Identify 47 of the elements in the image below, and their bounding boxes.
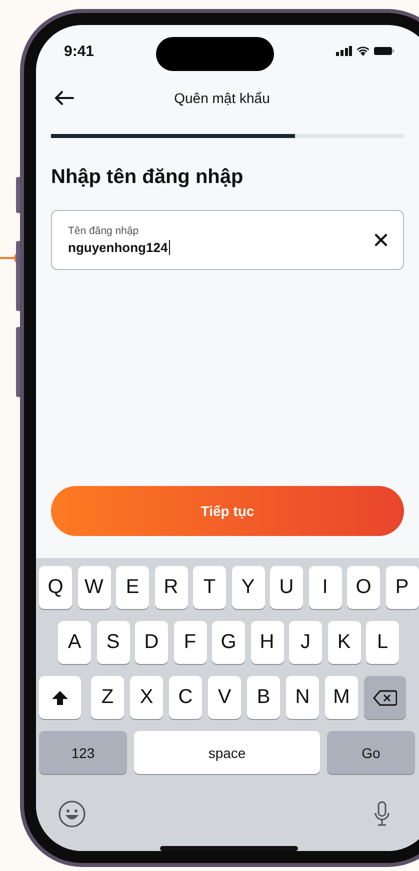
clear-icon[interactable] <box>375 234 387 246</box>
function-key[interactable]: Go <box>327 731 415 774</box>
username-field[interactable]: Tên đăng nhập nguyenhong124 <box>51 210 404 270</box>
screen-title: Quên mật khẩu <box>173 90 271 106</box>
shift-key[interactable] <box>39 676 81 719</box>
keyboard-key[interactable]: W <box>78 566 110 609</box>
keyboard-key[interactable]: F <box>174 621 206 664</box>
keyboard-key[interactable]: J <box>289 621 322 664</box>
keyboard-key[interactable]: E <box>116 566 149 609</box>
keyboard-key[interactable]: M <box>325 676 358 719</box>
keyboard-key[interactable]: K <box>328 621 360 664</box>
shift-arrow-icon <box>51 690 69 706</box>
keyboard-key[interactable]: T <box>193 566 226 609</box>
field-value: nguyenhong124 <box>68 240 168 255</box>
keyboard-key[interactable]: V <box>208 676 241 719</box>
emoji-icon[interactable] <box>58 800 86 828</box>
keyboard-key[interactable]: U <box>270 566 303 609</box>
keyboard-key[interactable]: O <box>347 566 380 609</box>
keyboard-key[interactable]: D <box>135 621 168 664</box>
status-time: 9:41 <box>64 42 94 60</box>
battery-icon <box>374 46 394 56</box>
keyboard-key[interactable]: H <box>250 621 284 664</box>
keyboard-key[interactable]: S <box>96 621 130 664</box>
keyboard-key[interactable]: R <box>154 566 188 609</box>
keyboard-key[interactable]: Q <box>39 566 72 609</box>
keyboard-key[interactable]: N <box>286 676 319 719</box>
keyboard-key[interactable]: L <box>366 621 399 664</box>
keyboard-key[interactable]: A <box>58 621 91 664</box>
space-key[interactable]: space <box>134 731 320 774</box>
keyboard-key[interactable]: P <box>386 566 418 609</box>
wifi-icon <box>356 46 370 56</box>
delete-key[interactable] <box>364 676 406 719</box>
keyboard-key[interactable]: X <box>130 676 163 719</box>
microphone-icon[interactable] <box>374 801 390 827</box>
field-label: Tên đăng nhập <box>68 225 140 237</box>
keyboard-key[interactable]: Y <box>232 566 264 609</box>
backspace-icon <box>373 690 397 706</box>
function-key[interactable]: 123 <box>39 731 127 774</box>
back-arrow-icon <box>54 90 74 106</box>
page-heading: Nhập tên đăng nhập <box>51 166 244 189</box>
keyboard-key[interactable]: I <box>308 566 342 609</box>
text-cursor <box>168 240 170 255</box>
keyboard-key[interactable]: C <box>169 676 202 719</box>
signal-icon <box>336 46 352 56</box>
keyboard-key[interactable]: G <box>212 621 245 664</box>
keyboard-key[interactable]: B <box>247 676 280 719</box>
keyboard-key[interactable]: Z <box>91 676 124 719</box>
